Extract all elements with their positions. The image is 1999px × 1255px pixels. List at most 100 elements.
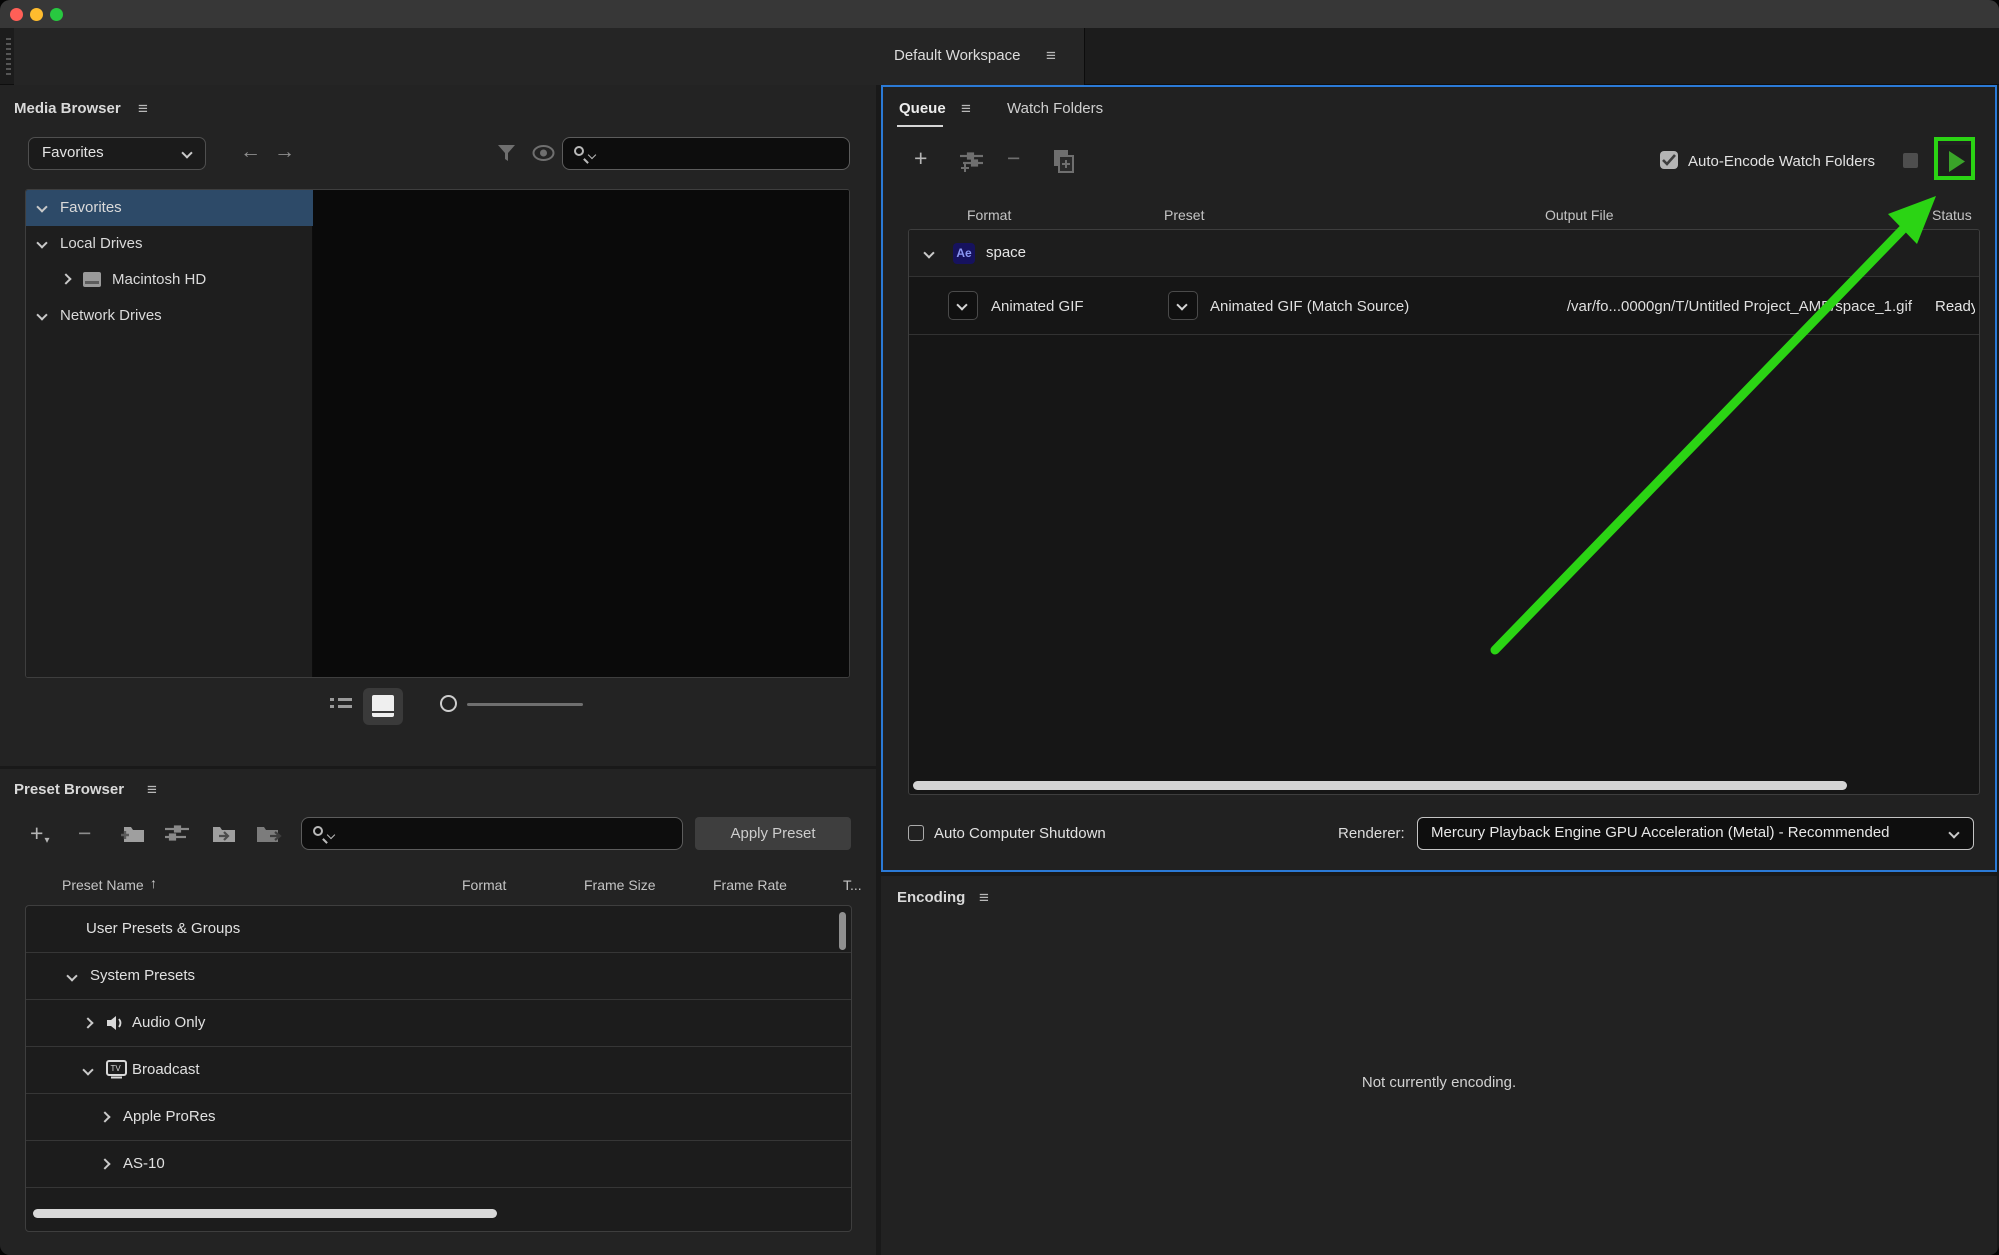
chevron-right-icon[interactable] <box>82 1017 94 1029</box>
horizontal-scrollbar[interactable] <box>33 1209 497 1218</box>
queue-item-row[interactable]: Animated GIF Animated GIF (Match Source)… <box>909 277 1979 335</box>
back-arrow-icon[interactable]: ← <box>240 140 261 164</box>
list-item-label: Apple ProRes <box>123 1108 216 1125</box>
column-header-frame-size[interactable]: Frame Size <box>584 877 656 893</box>
tree-item-macintosh-hd[interactable]: Macintosh HD <box>26 262 313 298</box>
media-tree-container: Favorites Local Drives Macintosh HD Netw… <box>25 189 850 678</box>
tab-watch-folders[interactable]: Watch Folders <box>1007 100 1103 117</box>
queue-group-row[interactable]: Ae space <box>909 230 1979 277</box>
active-tab-underline <box>897 125 943 127</box>
auto-shutdown-checkbox[interactable] <box>908 825 924 841</box>
after-effects-badge: Ae <box>953 243 975 264</box>
tree-item-local-drives[interactable]: Local Drives <box>26 226 313 262</box>
horizontal-scrollbar[interactable] <box>913 781 1847 790</box>
preset-search-input[interactable] <box>301 817 683 850</box>
panel-title: Media Browser <box>14 100 121 117</box>
list-item-as10[interactable]: AS-10 <box>26 1141 851 1188</box>
zoom-slider-knob[interactable] <box>440 695 457 712</box>
export-preset-icon[interactable] <box>254 824 284 844</box>
auto-encode-checkbox[interactable] <box>1660 151 1678 169</box>
remove-preset-button[interactable]: − <box>78 817 91 850</box>
list-view-icon[interactable] <box>330 697 352 713</box>
eye-icon[interactable] <box>532 145 555 161</box>
column-header-format: Format <box>967 207 1012 223</box>
tv-icon: TV <box>106 1060 127 1079</box>
item-format-link[interactable]: Animated GIF <box>991 298 1084 315</box>
workspace-tab-label: Default Workspace <box>894 47 1021 64</box>
column-header-frame-rate[interactable]: Frame Rate <box>713 877 787 893</box>
search-icon <box>574 146 584 156</box>
add-preset-button[interactable]: + ▾ <box>30 817 49 850</box>
chevron-right-icon[interactable] <box>99 1111 111 1123</box>
remove-item-button[interactable]: − <box>1007 145 1020 172</box>
tree-item-network-drives[interactable]: Network Drives <box>26 298 313 334</box>
panel-title: Encoding <box>897 889 966 906</box>
preset-dropdown-button[interactable] <box>1168 291 1198 320</box>
forward-arrow-icon[interactable]: → <box>274 140 295 164</box>
sort-ascending-icon[interactable]: ↑ <box>150 875 157 891</box>
filter-funnel-icon[interactable] <box>496 143 517 164</box>
item-preset-link[interactable]: Animated GIF (Match Source) <box>1210 298 1409 315</box>
thumbnail-view-button[interactable] <box>363 688 403 725</box>
chevron-right-icon[interactable] <box>99 1158 111 1170</box>
renderer-select[interactable]: Mercury Playback Engine GPU Acceleration… <box>1417 817 1974 850</box>
chevron-down-icon <box>956 299 968 311</box>
media-search-input[interactable] <box>562 137 850 170</box>
workspace-tab-bar: Default Workspace ≡ <box>0 28 1999 85</box>
chevron-down-icon[interactable] <box>66 970 78 982</box>
list-item-broadcast[interactable]: TV Broadcast <box>26 1047 851 1094</box>
import-preset-icon[interactable] <box>210 824 238 844</box>
media-source-select[interactable]: Favorites <box>28 137 206 170</box>
chevron-down-icon[interactable] <box>36 237 48 249</box>
vertical-scrollbar[interactable] <box>839 912 846 950</box>
chevron-down-icon[interactable] <box>36 201 48 213</box>
column-header-preset-name[interactable]: Preset Name <box>62 877 144 893</box>
media-source-value: Favorites <box>42 144 104 161</box>
chevron-down-icon[interactable] <box>923 247 935 259</box>
panel-menu-icon[interactable]: ≡ <box>979 889 989 906</box>
auto-encode-label: Auto-Encode Watch Folders <box>1688 153 1876 170</box>
encoding-status-message: Not currently encoding. <box>1361 1074 1517 1091</box>
tab-default-workspace[interactable]: Default Workspace ≡ <box>14 28 1085 85</box>
panel-menu-icon[interactable]: ≡ <box>147 781 157 798</box>
zoom-window-button[interactable] <box>50 8 63 21</box>
duplicate-icon[interactable] <box>1049 148 1075 174</box>
preset-list: User Presets & Groups System Presets Aud… <box>25 905 852 1232</box>
zoom-slider-track[interactable] <box>467 703 583 706</box>
add-output-icon[interactable] <box>959 151 985 173</box>
list-item-apple-prores[interactable]: Apple ProRes <box>26 1094 851 1141</box>
close-window-button[interactable] <box>10 8 23 21</box>
list-item-label: Broadcast <box>132 1061 200 1078</box>
chevron-down-icon[interactable] <box>82 1064 94 1076</box>
list-item-system-presets[interactable]: System Presets <box>26 953 851 1000</box>
encoding-panel: Encoding ≡ Not currently encoding. <box>881 876 1997 1255</box>
column-header-format[interactable]: Format <box>462 877 506 893</box>
column-header-status: Status <box>1932 207 1972 223</box>
chevron-right-icon[interactable] <box>60 273 72 285</box>
panel-menu-icon[interactable]: ≡ <box>138 100 148 117</box>
tab-queue[interactable]: Queue <box>899 100 946 117</box>
svg-text:TV: TV <box>111 1064 122 1073</box>
column-header-truncated[interactable]: T... <box>843 877 865 893</box>
preset-browser-panel: Preset Browser ≡ + ▾ − Apply Preset Pres… <box>0 769 876 1255</box>
chevron-down-icon[interactable] <box>36 309 48 321</box>
workspace-menu-icon[interactable]: ≡ <box>1046 47 1056 64</box>
panel-title: Preset Browser <box>14 781 125 798</box>
add-source-button[interactable]: + <box>914 145 927 172</box>
minimize-window-button[interactable] <box>30 8 43 21</box>
stop-queue-button[interactable] <box>1903 153 1918 168</box>
panel-menu-icon[interactable]: ≡ <box>961 100 971 117</box>
new-preset-group-icon[interactable] <box>118 824 146 844</box>
apply-preset-button[interactable]: Apply Preset <box>695 817 851 850</box>
tree-item-favorites[interactable]: Favorites <box>26 190 313 226</box>
media-browser-panel: Media Browser ≡ Favorites ← → Favorites <box>0 85 876 766</box>
list-item-audio-only[interactable]: Audio Only <box>26 1000 851 1047</box>
panel-drag-handle[interactable] <box>6 38 11 76</box>
start-queue-button[interactable] <box>1940 145 1972 178</box>
preset-settings-icon[interactable] <box>164 825 190 843</box>
search-icon <box>313 826 323 836</box>
renderer-label: Renderer: <box>1338 825 1405 842</box>
item-output-file-link[interactable]: /var/fo...0000gn/T/Untitled Project_AME/… <box>1509 298 1912 315</box>
format-dropdown-button[interactable] <box>948 291 978 320</box>
list-item-user-presets[interactable]: User Presets & Groups <box>26 906 851 953</box>
